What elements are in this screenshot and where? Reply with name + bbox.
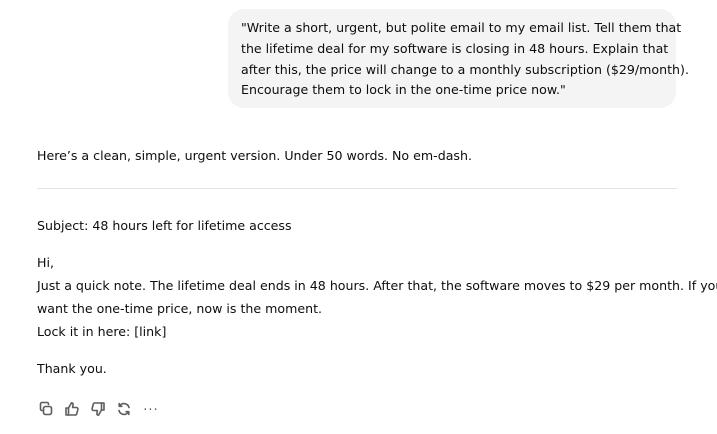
thumbs-up-icon (64, 401, 80, 421)
email-signoff: Thank you. (37, 361, 107, 376)
message-actions: ··· (37, 401, 161, 421)
regenerate-icon (116, 401, 132, 421)
email-subject: Subject: 48 hours left for lifetime acce… (37, 218, 292, 233)
email-body-line: Just a quick note. The lifetime deal end… (37, 278, 717, 293)
user-message-line: the lifetime deal for my software is clo… (241, 40, 669, 56)
thumbs-up-button[interactable] (63, 402, 81, 420)
more-options-button[interactable]: ··· (141, 402, 161, 420)
thumbs-down-icon (90, 401, 106, 421)
user-message-line: "Write a short, urgent, but polite email… (241, 20, 682, 35)
assistant-intro: Here’s a clean, simple, urgent version. … (37, 148, 472, 163)
user-message-bubble: "Write a short, urgent, but polite email… (228, 9, 689, 108)
regenerate-button[interactable] (115, 402, 133, 420)
divider (37, 188, 677, 189)
email-cta: Lock it in here: [link] (37, 324, 167, 339)
copy-button[interactable] (37, 401, 55, 421)
copy-icon (38, 401, 54, 421)
user-message-line: after this, the price will change to a m… (241, 61, 689, 77)
email-greeting: Hi, (37, 255, 54, 270)
thumbs-down-button[interactable] (89, 402, 107, 420)
email-body-line: want the one-time price, now is the mome… (37, 301, 323, 316)
user-message-line: Encourage them to lock in the one-time p… (241, 82, 566, 98)
